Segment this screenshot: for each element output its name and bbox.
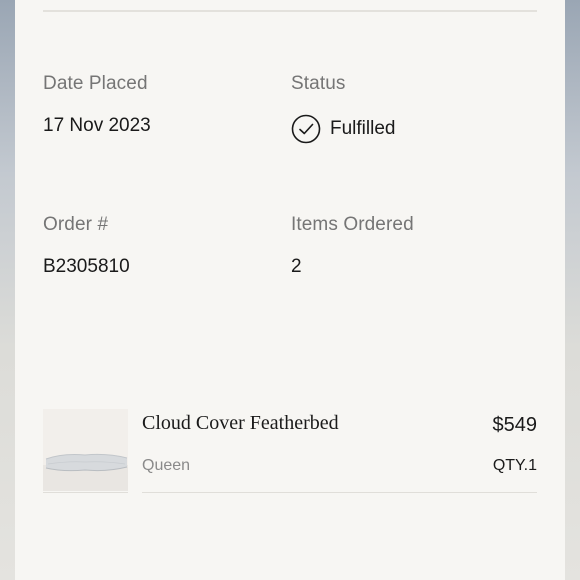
featherbed-illustration — [43, 409, 128, 491]
date-placed-label: Date Placed — [43, 73, 148, 94]
date-placed-value: 17 Nov 2023 — [43, 115, 151, 136]
status-label: Status — [291, 73, 346, 94]
order-number-label: Order # — [43, 214, 109, 235]
status-indicator: Fulfilled — [291, 114, 395, 144]
order-details-card: Date Placed 17 Nov 2023 Status Fulfilled… — [15, 0, 565, 580]
check-circle-icon — [291, 114, 321, 144]
product-price: $549 — [492, 414, 538, 436]
product-name[interactable]: Cloud Cover Featherbed — [142, 412, 339, 435]
top-divider — [43, 10, 537, 12]
items-ordered-label: Items Ordered — [291, 214, 414, 235]
status-value: Fulfilled — [330, 118, 396, 139]
items-ordered-value: 2 — [291, 256, 302, 277]
featherbed-product-image[interactable] — [43, 409, 128, 491]
thumb-divider — [43, 492, 128, 493]
product-variant: Queen — [142, 457, 191, 474]
product-quantity: QTY.1 — [492, 457, 537, 474]
order-number-value: B2305810 — [43, 256, 130, 277]
item-divider — [142, 492, 537, 493]
